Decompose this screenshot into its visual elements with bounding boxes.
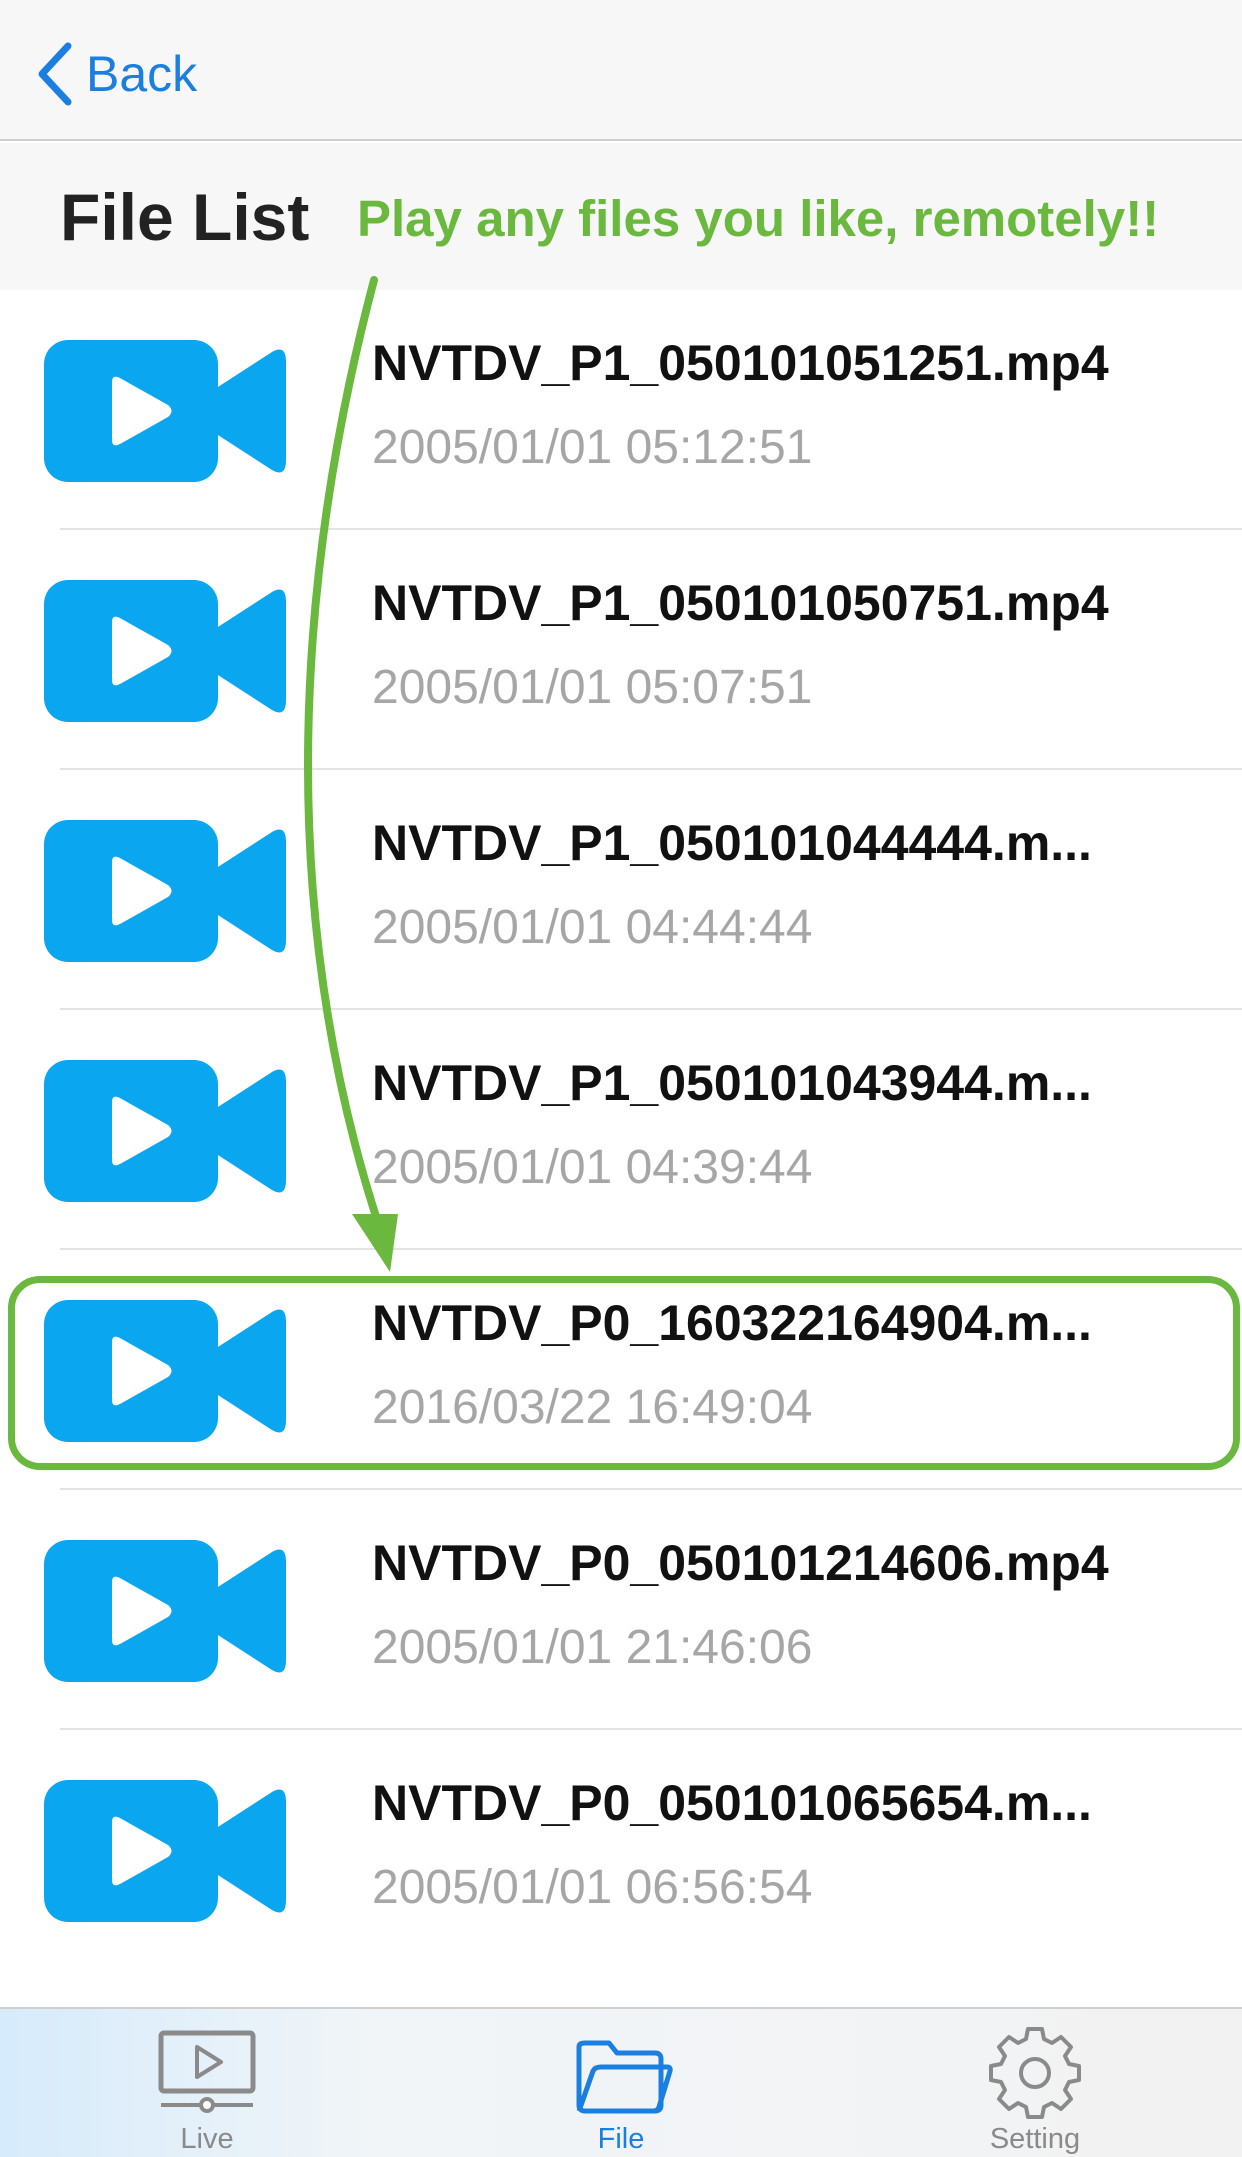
back-label: Back	[86, 46, 198, 102]
video-file-icon	[44, 580, 286, 722]
file-name: NVTDV_P1_050101044444.m...	[372, 815, 1092, 871]
file-date: 2005/01/01 04:39:44	[372, 1141, 813, 1194]
file-date: 2005/01/01 04:44:44	[372, 901, 813, 954]
back-button[interactable]: Back	[34, 36, 197, 112]
monitor-play-icon	[158, 2030, 256, 2113]
file-date: 2005/01/01 21:46:06	[372, 1621, 813, 1674]
file-name: NVTDV_P0_050101065654.m...	[372, 1775, 1092, 1831]
tab-file[interactable]: File	[414, 2009, 828, 2157]
video-file-icon	[44, 1540, 286, 1682]
video-file-icon	[44, 340, 286, 482]
file-date: 2016/03/22 16:49:04	[372, 1381, 813, 1434]
navigation-bar: Back	[0, 0, 1242, 141]
tab-label: Live	[180, 2123, 234, 2155]
folder-icon	[576, 2040, 673, 2114]
video-file-icon	[44, 1300, 286, 1442]
file-name: NVTDV_P0_050101214606.mp4	[372, 1535, 1109, 1591]
file-row[interactable]: NVTDV_P0_050101065654.m... 2005/01/01 06…	[0, 1730, 1242, 1970]
file-row[interactable]: NVTDV_P0_050101214606.mp4 2005/01/01 21:…	[0, 1490, 1242, 1730]
video-file-icon	[44, 1780, 286, 1922]
file-row[interactable]: NVTDV_P1_050101050751.mp4 2005/01/01 05:…	[0, 530, 1242, 770]
file-list: NVTDV_P1_050101051251.mp4 2005/01/01 05:…	[0, 290, 1242, 2007]
file-name: NVTDV_P1_050101050751.mp4	[372, 575, 1109, 631]
file-row[interactable]: NVTDV_P1_050101044444.m... 2005/01/01 04…	[0, 770, 1242, 1010]
file-name: NVTDV_P1_050101043944.m...	[372, 1055, 1092, 1111]
gear-icon	[989, 2027, 1081, 2119]
tab-setting[interactable]: Setting	[828, 2009, 1242, 2157]
file-row[interactable]: NVTDV_P1_050101043944.m... 2005/01/01 04…	[0, 1010, 1242, 1250]
chevron-left-icon	[38, 42, 72, 106]
file-name: NVTDV_P0_160322164904.m...	[372, 1295, 1092, 1351]
file-date: 2005/01/01 05:12:51	[372, 421, 813, 474]
file-date: 2005/01/01 06:56:54	[372, 1861, 813, 1914]
tab-label: File	[597, 2123, 645, 2155]
tab-bar: Live File Setting	[0, 2007, 1242, 2157]
tab-label: Setting	[989, 2123, 1081, 2155]
file-row-highlighted[interactable]: NVTDV_P0_160322164904.m... 2016/03/22 16…	[0, 1250, 1242, 1490]
page-title: File List	[60, 180, 310, 254]
section-header: File List Play any files you like, remot…	[0, 143, 1242, 290]
promo-annotation: Play any files you like, remotely!!	[357, 190, 1160, 247]
video-file-icon	[44, 820, 286, 962]
video-file-icon	[44, 1060, 286, 1202]
tab-live[interactable]: Live	[0, 2009, 414, 2157]
file-name: NVTDV_P1_050101051251.mp4	[372, 335, 1109, 391]
file-date: 2005/01/01 05:07:51	[372, 661, 813, 714]
file-row[interactable]: NVTDV_P1_050101051251.mp4 2005/01/01 05:…	[0, 290, 1242, 530]
